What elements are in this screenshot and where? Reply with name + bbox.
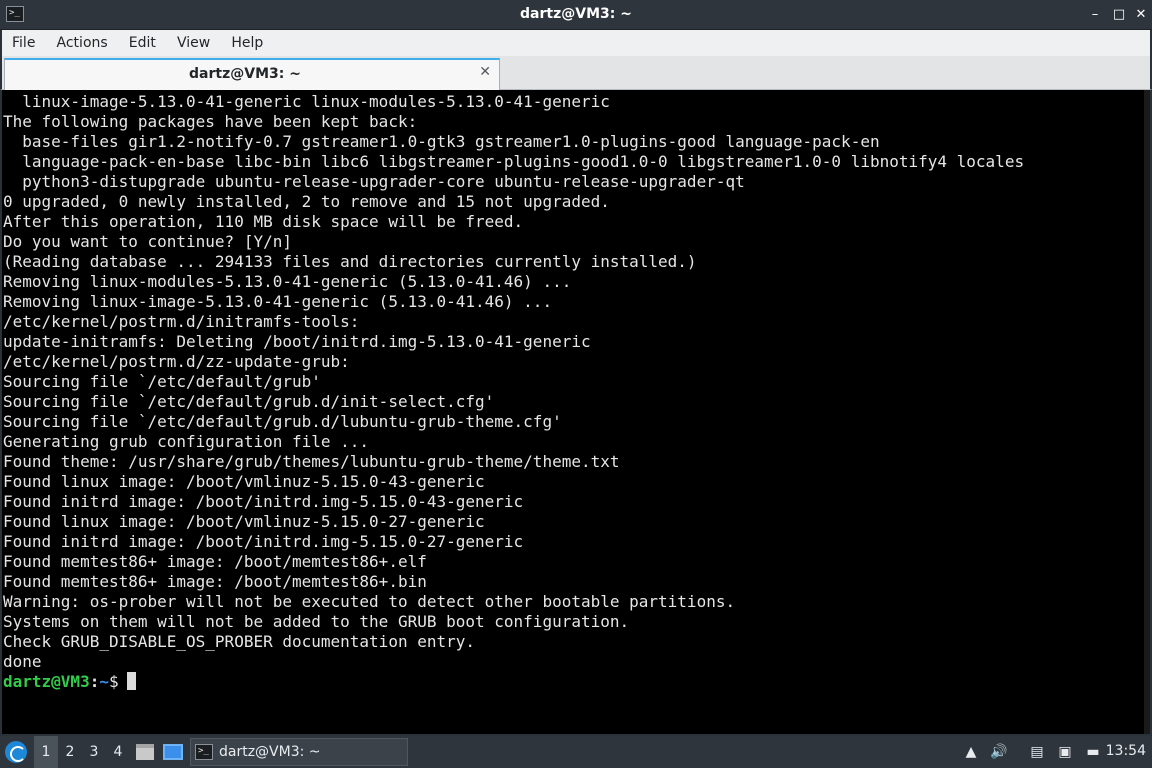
terminal-line: update-initramfs: Deleting /boot/initrd.… xyxy=(3,332,591,351)
battery-icon[interactable]: ▬ xyxy=(1084,743,1102,761)
terminal-line: language-pack-en-base libc-bin libc6 lib… xyxy=(3,152,1025,171)
network-icon[interactable]: ▣ xyxy=(1056,743,1074,761)
show-desktop-icon[interactable] xyxy=(163,744,183,760)
terminal-line: Check GRUB_DISABLE_OS_PROBER documentati… xyxy=(3,632,476,651)
tab-close-icon[interactable]: ✕ xyxy=(479,64,491,80)
clipboard-icon[interactable]: ▤ xyxy=(1028,743,1046,761)
window-titlebar[interactable]: >_ dartz@VM3: ~ – □ ✕ xyxy=(0,0,1152,30)
terminal-line: done xyxy=(3,652,42,671)
terminal-line: 0 upgraded, 0 newly installed, 2 to remo… xyxy=(3,192,610,211)
terminal-line: After this operation, 110 MB disk space … xyxy=(3,212,524,231)
terminal-line: Found linux image: /boot/vmlinuz-5.15.0-… xyxy=(3,472,485,491)
terminal-line: Found linux image: /boot/vmlinuz-5.15.0-… xyxy=(3,512,485,531)
prompt-user-host: dartz@VM3 xyxy=(3,672,90,691)
terminal-line: /etc/kernel/postrm.d/initramfs-tools: xyxy=(3,312,360,331)
terminal-line: Do you want to continue? [Y/n] xyxy=(3,232,292,251)
terminal-line: The following packages have been kept ba… xyxy=(3,112,418,131)
tab-label: dartz@VM3: ~ xyxy=(189,66,301,82)
prompt-path: ~ xyxy=(99,672,109,691)
updates-icon[interactable]: ▲ xyxy=(962,743,980,761)
menu-bar: File Actions Edit View Help xyxy=(0,30,1152,56)
tab-terminal[interactable]: dartz@VM3: ~ ✕ xyxy=(4,58,500,90)
terminal-prompt-line[interactable]: dartz@VM3:~$ xyxy=(3,672,1143,692)
terminal-line: Sourcing file `/etc/default/grub.d/init-… xyxy=(3,392,495,411)
menu-edit[interactable]: Edit xyxy=(121,30,164,56)
terminal-line: Sourcing file `/etc/default/grub' xyxy=(3,372,321,391)
terminal-line: Sourcing file `/etc/default/grub.d/lubun… xyxy=(3,412,562,431)
terminal-line: Warning: os-prober will not be executed … xyxy=(3,592,736,611)
menu-help[interactable]: Help xyxy=(223,30,271,56)
terminal-output[interactable]: linux-image-5.13.0-41-generic linux-modu… xyxy=(0,90,1152,736)
terminal-line: Found memtest86+ image: /boot/memtest86+… xyxy=(3,552,427,571)
clock[interactable]: 13:54 xyxy=(1106,743,1146,759)
prompt-symbol: $ xyxy=(108,672,119,691)
desktop-1-button[interactable]: 1 xyxy=(34,736,58,768)
menu-file[interactable]: File xyxy=(4,30,43,56)
terminal-scrollbar[interactable] xyxy=(1144,90,1150,734)
window-title: dartz@VM3: ~ xyxy=(520,6,632,22)
terminal-line: Found memtest86+ image: /boot/memtest86+… xyxy=(3,572,427,591)
terminal-line: Systems on them will not be added to the… xyxy=(3,612,630,631)
prompt-separator: : xyxy=(89,672,100,691)
terminal-line: base-files gir1.2-notify-0.7 gstreamer1.… xyxy=(3,132,880,151)
terminal-line: Generating grub configuration file ... xyxy=(3,432,370,451)
text-cursor xyxy=(126,672,136,690)
menu-view[interactable]: View xyxy=(169,30,218,56)
terminal-text: linux-image-5.13.0-41-generic linux-modu… xyxy=(3,92,1143,692)
tab-bar: dartz@VM3: ~ ✕ xyxy=(0,56,1152,90)
terminal-task-icon: >_ xyxy=(195,744,213,760)
start-menu-icon[interactable] xyxy=(5,741,27,763)
terminal-line: Removing linux-modules-5.13.0-41-generic… xyxy=(3,272,572,291)
terminal-line: /etc/kernel/postrm.d/zz-update-grub: xyxy=(3,352,350,371)
terminal-line: (Reading database ... 294133 files and d… xyxy=(3,252,697,271)
desktop-switcher: 1234 xyxy=(34,736,130,768)
close-button[interactable]: ✕ xyxy=(1132,6,1150,24)
desktop-3-button[interactable]: 3 xyxy=(82,736,106,768)
desktop-2-button[interactable]: 2 xyxy=(58,736,82,768)
volume-icon[interactable]: 🔊 xyxy=(990,743,1008,761)
file-manager-launcher-icon[interactable] xyxy=(136,744,154,760)
menu-actions[interactable]: Actions xyxy=(49,30,116,56)
minimize-button[interactable]: – xyxy=(1086,6,1104,24)
terminal-line: Removing linux-image-5.13.0-41-generic (… xyxy=(3,292,553,311)
terminal-line: python3-distupgrade ubuntu-release-upgra… xyxy=(3,172,745,191)
terminal-line: linux-image-5.13.0-41-generic linux-modu… xyxy=(3,92,610,111)
taskbar-terminal-button[interactable]: >_ dartz@VM3: ~ xyxy=(190,738,408,766)
taskbar-task-label: dartz@VM3: ~ xyxy=(219,744,321,760)
maximize-button[interactable]: □ xyxy=(1110,6,1128,24)
terminal-line: Found initrd image: /boot/initrd.img-5.1… xyxy=(3,492,524,511)
taskbar: 1234 >_ dartz@VM3: ~ ▲ 🔊 ▤ ▣ ▬ 13:54 xyxy=(0,736,1152,768)
terminal-line: Found initrd image: /boot/initrd.img-5.1… xyxy=(3,532,524,551)
terminal-line: Found theme: /usr/share/grub/themes/lubu… xyxy=(3,452,620,471)
desktop-4-button[interactable]: 4 xyxy=(106,736,130,768)
